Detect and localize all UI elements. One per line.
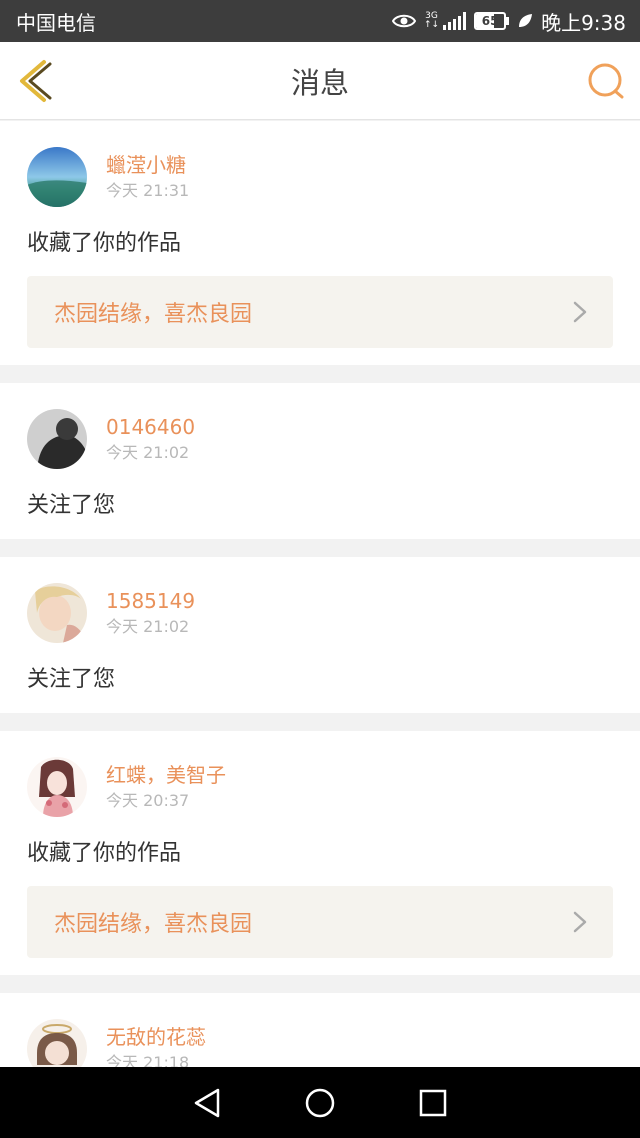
eye-icon [391, 14, 416, 28]
message-text: 收藏了你的作品 [27, 231, 182, 256]
sender-name[interactable]: 1585149 [106, 587, 195, 615]
avatar[interactable] [27, 147, 87, 207]
timestamp: 今天 21:02 [106, 617, 190, 636]
timestamp: 今天 20:37 [106, 791, 190, 810]
chevron-right-icon [573, 911, 587, 933]
status-bar: 中国电信 3G ↑↓ 65 晚上9:38 [0, 0, 640, 42]
message-item[interactable]: 1585149 今天 21:02 关注了您 [0, 557, 640, 713]
timestamp: 今天 21:18 [106, 1053, 190, 1067]
avatar[interactable] [27, 1019, 87, 1067]
timestamp: 今天 21:02 [106, 443, 190, 462]
sender-name[interactable]: 蠟滢小糖 [106, 151, 189, 179]
top-nav-bar: 消息 [0, 42, 640, 120]
leaf-icon [519, 14, 533, 27]
triangle-back-icon [194, 1088, 219, 1117]
work-title: 杰园结缘，喜杰良园 [54, 912, 253, 937]
clock: 晚上9:38 [541, 10, 626, 35]
recents-button[interactable] [413, 1083, 453, 1123]
sender-name[interactable]: 无敌的花蕊 [106, 1023, 206, 1051]
message-item[interactable]: 红蝶，美智子 今天 20:37 收藏了你的作品 杰园结缘，喜杰良园 [0, 731, 640, 975]
referenced-work-link[interactable]: 杰园结缘，喜杰良园 [27, 276, 613, 348]
message-text: 收藏了你的作品 [27, 841, 182, 866]
status-icons: 3G ↑↓ 65 晚上9:38 [391, 7, 626, 36]
message-item[interactable]: 无敌的花蕊 今天 21:18 [0, 993, 640, 1067]
chevron-right-icon [573, 301, 587, 323]
message-text: 关注了您 [27, 493, 116, 518]
battery-percent: 65 [481, 14, 499, 28]
signal-icon [443, 12, 467, 30]
back-chevron-icon[interactable] [14, 58, 58, 104]
avatar[interactable] [27, 757, 87, 817]
work-title: 杰园结缘，喜杰良园 [54, 302, 253, 327]
message-text: 关注了您 [27, 667, 116, 692]
timestamp: 今天 21:31 [106, 181, 190, 200]
search-icon[interactable] [586, 61, 626, 101]
square-recents-icon [420, 1089, 447, 1116]
avatar[interactable] [27, 409, 87, 469]
carrier-label: 中国电信 [16, 10, 96, 35]
network-type: 3G ↑↓ [423, 11, 440, 30]
message-list[interactable]: 蠟滢小糖 今天 21:31 收藏了你的作品 杰园结缘，喜杰良园 0146460 [0, 121, 640, 1067]
system-nav-bar [0, 1067, 640, 1138]
message-item[interactable]: 0146460 今天 21:02 关注了您 [0, 383, 640, 539]
back-button[interactable] [187, 1083, 227, 1123]
home-button[interactable] [300, 1083, 340, 1123]
sender-name[interactable]: 0146460 [106, 413, 195, 441]
referenced-work-link[interactable]: 杰园结缘，喜杰良园 [27, 886, 613, 958]
page-title: 消息 [290, 65, 349, 100]
battery-icon: 65 [474, 12, 510, 30]
message-item[interactable]: 蠟滢小糖 今天 21:31 收藏了你的作品 杰园结缘，喜杰良园 [0, 121, 640, 365]
circle-home-icon [305, 1088, 335, 1117]
sender-name[interactable]: 红蝶，美智子 [106, 761, 226, 789]
avatar[interactable] [27, 583, 87, 643]
